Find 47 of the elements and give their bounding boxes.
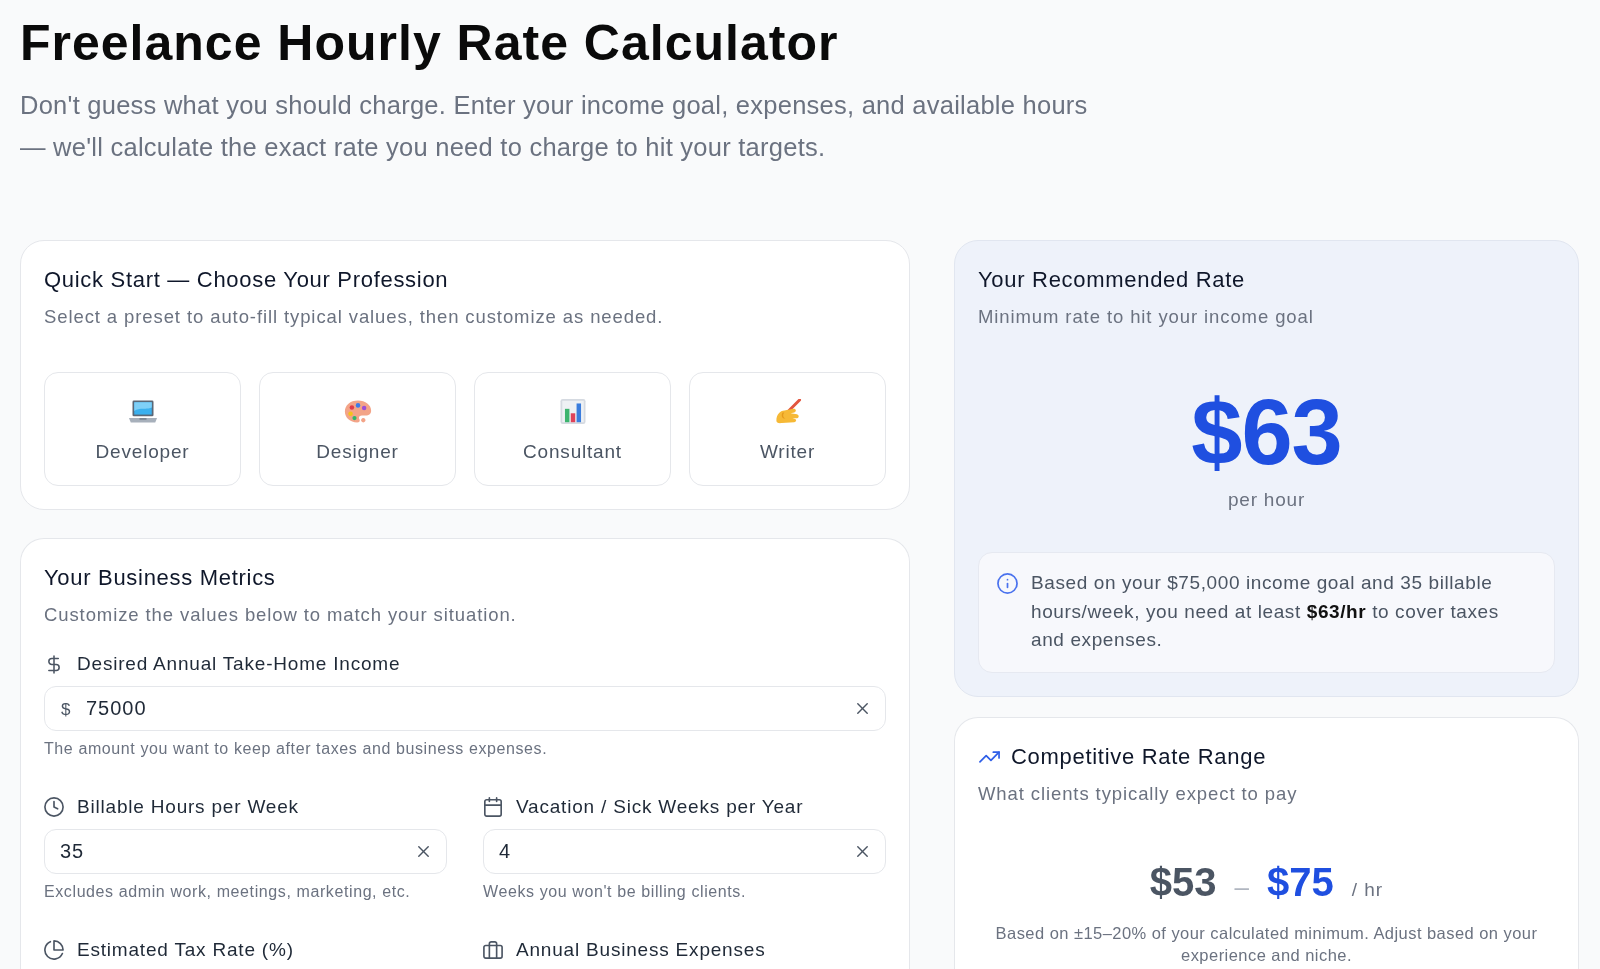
clock-icon [44, 797, 64, 817]
page-subtitle: Don't guess what you should charge. Enter your income goal, expenses, and available hours — we'll calculate the exact rate you need to charge to hit your targets. [20, 90, 1089, 163]
currency-prefix: $ [61, 700, 71, 720]
calendar-icon [483, 797, 503, 817]
rate-unit: / hr [1351, 878, 1384, 901]
card-title: Your Recommended Rate [978, 266, 1246, 294]
help-text: Excludes admin work, meetings, marketing, etc. [44, 882, 411, 902]
trending-up-icon [979, 750, 1000, 763]
writing-hand-icon [773, 399, 802, 424]
info-text: Based on your $75,000 income goal and 35 billable hours/week, you need at least $63/hr to cover taxes and expenses. [1031, 571, 1500, 652]
pie-chart-icon [44, 940, 64, 960]
preset-button[interactable]: Developer [44, 372, 241, 486]
range-separator: – [1234, 871, 1249, 903]
low-rate: $53 [1149, 858, 1217, 906]
card-subtitle: What clients typically expect to pay [978, 781, 1298, 806]
preset-button[interactable]: Designer [259, 372, 456, 486]
laptop-icon [128, 399, 157, 424]
briefcase-icon [483, 940, 503, 960]
info-icon [997, 573, 1018, 594]
range-note: Based on ±15–20% of your calculated minimum. Adjust based on your experience and niche. [994, 922, 1539, 966]
field-label: Billable Hours per Week [77, 795, 299, 819]
card-title: Competitive Rate Range [1011, 742, 1267, 771]
field-label: Estimated Tax Rate (%) [77, 938, 294, 962]
card-title: Your Business Metrics [44, 564, 276, 592]
number-input[interactable]: 4 [483, 829, 886, 874]
close-icon [857, 846, 868, 857]
field-label: Annual Business Expenses [516, 938, 766, 962]
high-rate: $75 [1267, 858, 1334, 906]
dollar-icon [48, 654, 60, 674]
rate-unit: per hour [1227, 488, 1306, 512]
rate-value: $63 [1191, 382, 1342, 482]
page-title: Freelance Hourly Rate Calculator [20, 15, 839, 71]
close-icon [857, 703, 868, 714]
bar-chart-icon [558, 399, 587, 424]
help-text: Weeks you won't be billing clients. [483, 882, 746, 902]
field-label: Vacation / Sick Weeks per Year [516, 795, 804, 819]
card-title: Quick Start — Choose Your Profession [44, 266, 449, 294]
number-input[interactable]: 35 [44, 829, 447, 874]
close-icon [418, 846, 429, 857]
field-label: Desired Annual Take-Home Income [77, 652, 401, 676]
card-subtitle: Minimum rate to hit your income goal [978, 305, 1314, 329]
preset-button[interactable]: Consultant [474, 372, 671, 486]
help-text: The amount you want to keep after taxes and business expenses. [44, 739, 548, 759]
card-subtitle: Customize the values below to match your situation. [44, 603, 517, 627]
palette-icon [343, 399, 372, 424]
card-subtitle: Select a preset to auto-fill typical values, then customize as needed. [44, 305, 664, 329]
preset-button[interactable]: Writer [689, 372, 886, 486]
